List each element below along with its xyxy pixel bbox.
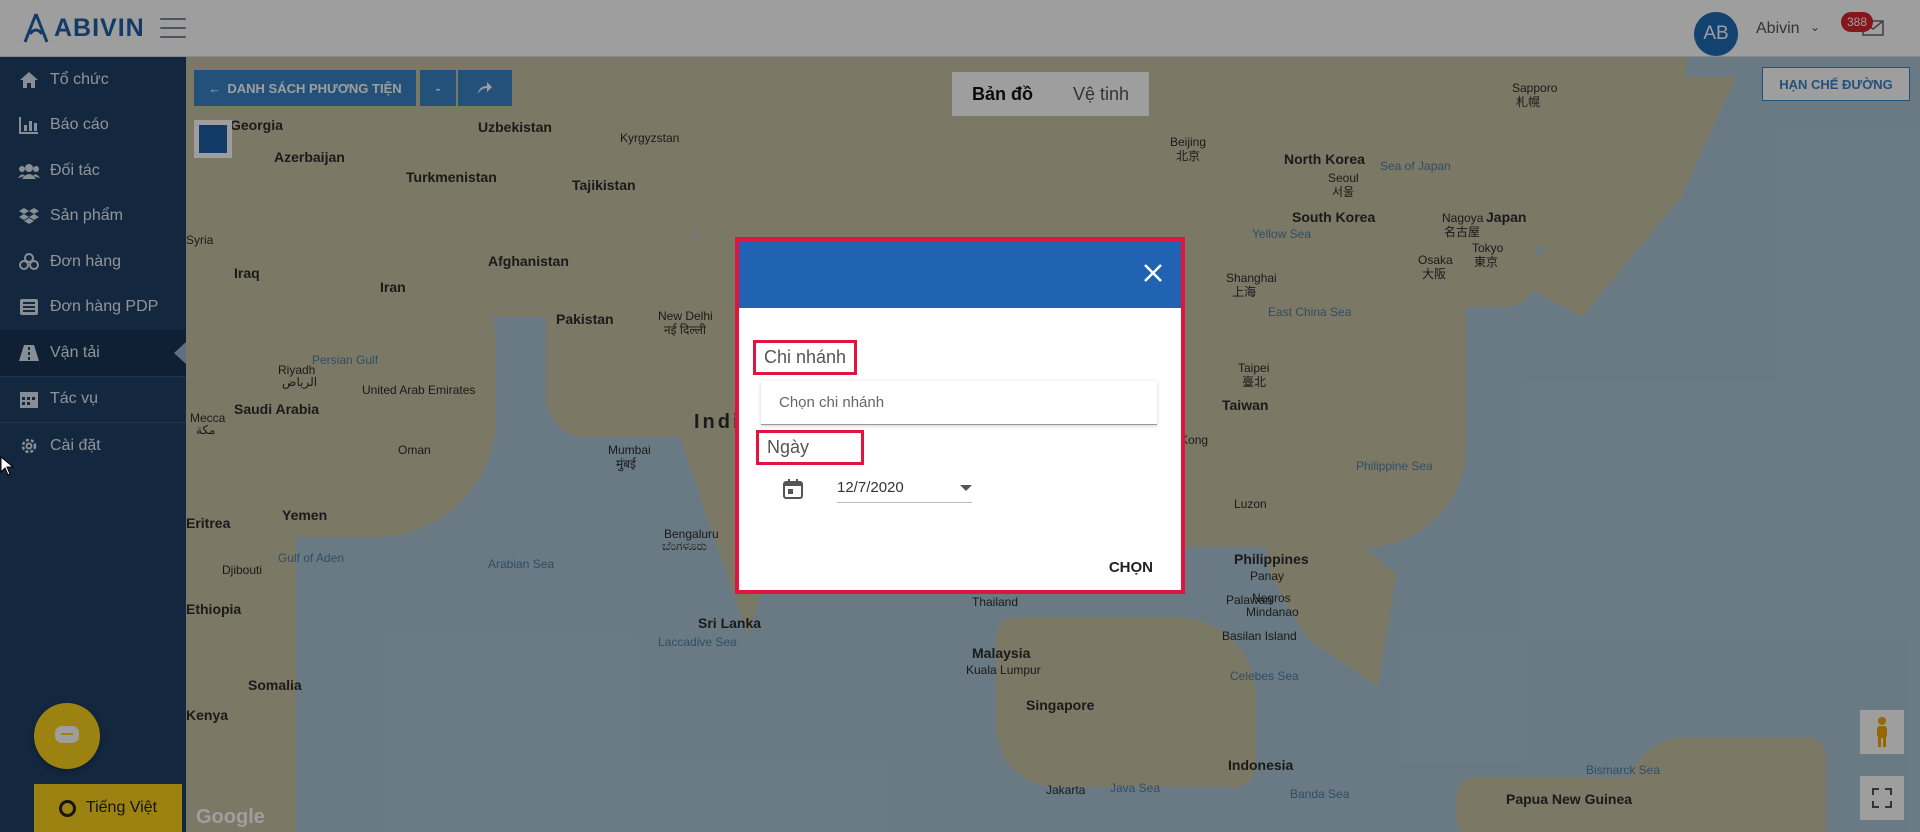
dialog-header [739,241,1181,308]
date-value: 12/7/2020 [837,479,904,496]
branch-select[interactable]: Chọn chi nhánh [761,381,1157,425]
date-picker-field[interactable]: 12/7/2020 [837,473,972,503]
branch-label: Chi nhánh [753,340,858,375]
caret-down-icon [960,485,972,491]
branch-date-dialog: Chi nhánh Chọn chi nhánh Ngày 12/7/2020 … [735,237,1185,594]
close-icon[interactable] [1141,261,1165,285]
choose-button[interactable]: CHỌN [1109,559,1153,576]
calendar-icon[interactable] [781,477,805,501]
date-label: Ngày [756,430,864,465]
mouse-cursor-icon [0,456,14,476]
